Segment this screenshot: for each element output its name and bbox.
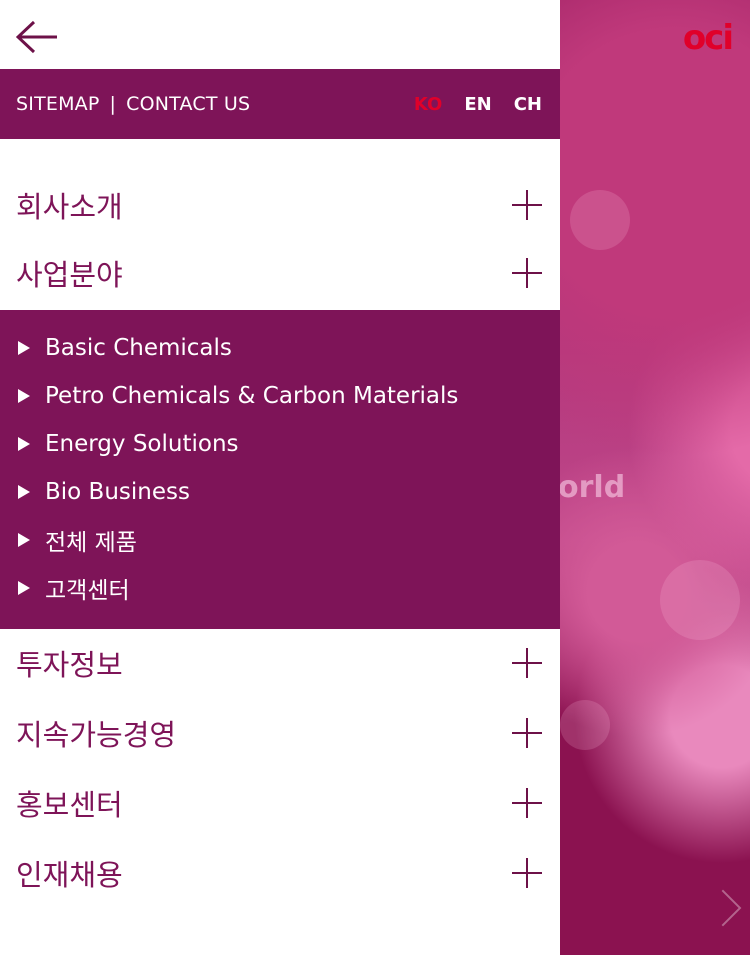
bokeh-circle — [560, 700, 610, 750]
back-button[interactable] — [16, 20, 60, 54]
menu-item-label: 홍보센터 — [16, 788, 123, 822]
menu-item-pr-center[interactable]: 홍보센터 — [0, 769, 560, 837]
triangle-right-icon — [18, 437, 30, 451]
plus-icon[interactable] — [512, 718, 542, 748]
submenu-item-label: Basic Chemicals — [45, 335, 232, 361]
menu-item-label: 투자정보 — [16, 648, 123, 682]
contact-us-link[interactable]: CONTACT US — [126, 93, 250, 115]
menu-item-careers[interactable]: 인재채용 — [0, 839, 560, 907]
submenu-item-label: 전체 제품 — [45, 530, 137, 556]
submenu-item-label: Energy Solutions — [45, 431, 239, 457]
menu-item-sustainability[interactable]: 지속가능경영 — [0, 699, 560, 767]
arrow-left-icon — [16, 20, 57, 54]
lang-en[interactable]: EN — [464, 94, 491, 115]
lang-ko[interactable]: KO — [414, 94, 442, 115]
plus-icon[interactable] — [512, 258, 542, 288]
submenu-item-petro-chemicals[interactable]: Petro Chemicals & Carbon Materials — [0, 372, 560, 420]
submenu-item-all-products[interactable]: 전체 제품 — [0, 516, 560, 564]
plus-icon[interactable] — [512, 648, 542, 678]
bokeh-circle — [570, 190, 630, 250]
submenu-item-bio-business[interactable]: Bio Business — [0, 468, 560, 516]
utility-bar: SITEMAP | CONTACT US KO EN CH — [0, 69, 560, 139]
hero-background: oci orld — [560, 0, 750, 955]
menu-item-label: 사업분야 — [16, 258, 123, 292]
chevron-right-icon[interactable] — [704, 889, 742, 927]
triangle-right-icon — [18, 485, 30, 499]
plus-icon[interactable] — [512, 190, 542, 220]
language-switcher: KO EN CH — [414, 69, 542, 139]
triangle-right-icon — [18, 341, 30, 355]
submenu-item-label: 고객센터 — [45, 578, 130, 604]
lang-ch[interactable]: CH — [514, 94, 542, 115]
menu-item-label: 지속가능경영 — [16, 718, 177, 752]
menu-item-label: 인재채용 — [16, 858, 123, 892]
oci-logo[interactable]: oci — [683, 18, 734, 58]
hero-overlay-text: orld — [560, 470, 626, 505]
submenu-item-basic-chemicals[interactable]: Basic Chemicals — [0, 324, 560, 372]
menu-item-label: 회사소개 — [16, 190, 123, 224]
menu-item-business[interactable]: 사업분야 — [0, 239, 560, 307]
submenu-item-label: Bio Business — [45, 479, 190, 505]
link-separator: | — [109, 93, 117, 115]
submenu-item-energy-solutions[interactable]: Energy Solutions — [0, 420, 560, 468]
triangle-right-icon — [18, 533, 30, 547]
menu-item-company[interactable]: 회사소개 — [0, 171, 560, 239]
submenu-item-customer-center[interactable]: 고객센터 — [0, 564, 560, 612]
plus-icon[interactable] — [512, 788, 542, 818]
plus-icon[interactable] — [512, 858, 542, 888]
menu-header — [0, 0, 560, 69]
sitemap-link[interactable]: SITEMAP — [16, 93, 100, 115]
bokeh-circle — [660, 560, 740, 640]
triangle-right-icon — [18, 581, 30, 595]
side-menu-panel: SITEMAP | CONTACT US KO EN CH 회사소개 사업분야 … — [0, 0, 560, 955]
business-submenu: Basic Chemicals Petro Chemicals & Carbon… — [0, 310, 560, 629]
menu-item-investor[interactable]: 투자정보 — [0, 629, 560, 697]
submenu-item-label: Petro Chemicals & Carbon Materials — [45, 383, 459, 409]
triangle-right-icon — [18, 389, 30, 403]
